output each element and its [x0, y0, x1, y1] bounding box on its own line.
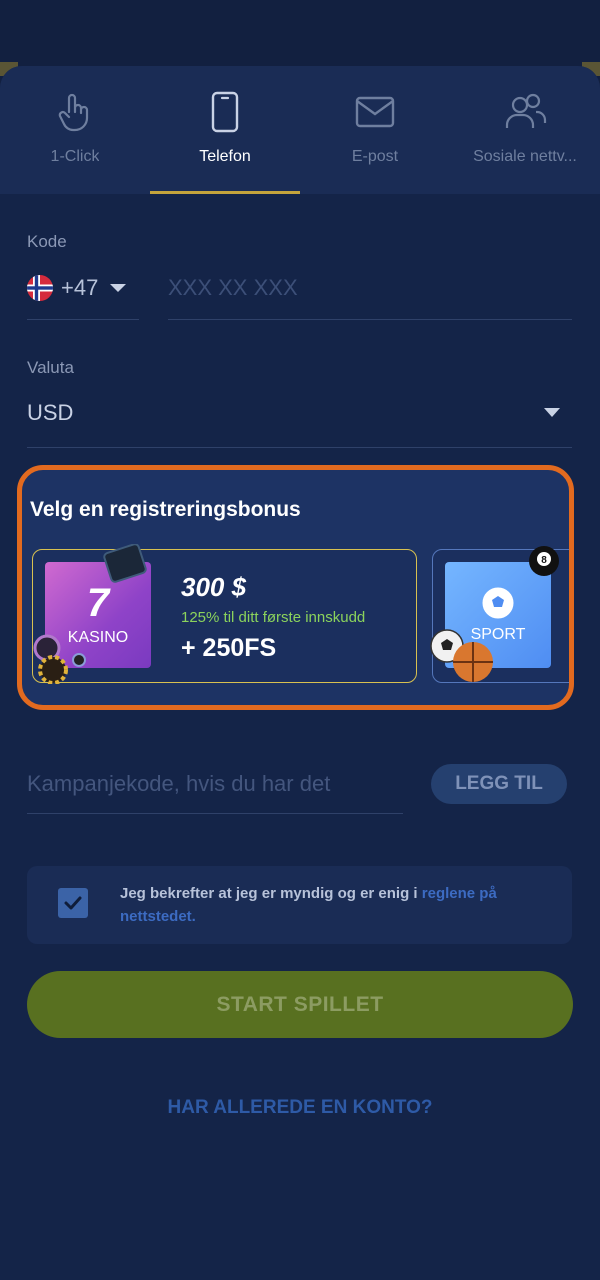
consent-text: Jeg bekrefter at jeg er myndig og er eni… [120, 882, 550, 928]
tab-label: Sosiale nettv... [473, 148, 577, 165]
hand-pointer-icon [58, 93, 89, 132]
active-tab-indicator [150, 191, 300, 194]
casino-chips-icon [33, 634, 86, 684]
norway-flag-icon [27, 275, 53, 301]
card-icon [103, 544, 147, 583]
currency-underline [27, 447, 572, 448]
soccer-ball-icon [482, 587, 514, 619]
promo-code-input[interactable] [27, 764, 403, 804]
svg-text:8: 8 [541, 555, 547, 566]
seven-icon: 7 [86, 581, 110, 625]
promo-underline [27, 813, 403, 814]
currency-label: Valuta [27, 358, 74, 377]
country-code-value: +47 [61, 275, 99, 300]
code-underline [27, 319, 139, 320]
start-game-button[interactable]: START SPILLET [27, 971, 573, 1038]
tab-label: E-post [351, 148, 399, 165]
registration-tabs: 1-Click Telefon E-post Sosiale nettv... [0, 66, 600, 194]
top-strip [0, 0, 600, 66]
sports-balls-icon [430, 629, 493, 682]
bonus-description: 125% til ditt første innskudd [181, 609, 366, 626]
tab-label: 1-Click [50, 148, 100, 165]
tab-telefon[interactable]: Telefon [150, 66, 300, 194]
tab-sosiale-nettverk[interactable]: Sosiale nettv... [450, 66, 600, 194]
consent-checkbox[interactable] [58, 888, 88, 918]
phone-underline [168, 319, 572, 320]
phone-icon [211, 91, 239, 133]
tab-label: Telefon [199, 148, 251, 165]
tab-e-post[interactable]: E-post [300, 66, 450, 194]
envelope-icon [355, 96, 395, 128]
users-icon [505, 93, 547, 128]
eight-ball-icon: 8 [529, 546, 559, 576]
bonus-card-kasino[interactable]: 7 KASINO 300 $ 125% til ditt første inns… [32, 544, 417, 684]
chevron-down-icon[interactable] [544, 408, 560, 417]
bonus-free-spins: + 250FS [181, 634, 277, 662]
login-link[interactable]: HAR ALLEREDE EN KONTO? [0, 1097, 600, 1119]
code-label: Kode [27, 232, 67, 251]
phone-number-input[interactable] [168, 270, 572, 306]
consent-statement: Jeg bekrefter at jeg er myndig og er eni… [120, 885, 422, 902]
bonus-selector: Velg en registreringsbonus 7 KASINO 300 … [17, 465, 574, 710]
bonus-title: Velg en registreringsbonus [30, 498, 301, 521]
bonus-card-sport[interactable]: SPORT 8 30 125 [430, 546, 569, 683]
tab-1-click[interactable]: 1-Click [0, 66, 150, 194]
checkmark-icon [64, 896, 82, 910]
currency-select[interactable]: USD [27, 400, 73, 426]
chevron-down-icon [110, 284, 127, 292]
country-code-select[interactable]: +47 [27, 270, 139, 306]
bonus-amount: 300 $ [181, 572, 247, 602]
consent-box: Jeg bekrefter at jeg er myndig og er eni… [27, 866, 572, 944]
add-promo-button[interactable]: LEGG TIL [431, 764, 567, 804]
